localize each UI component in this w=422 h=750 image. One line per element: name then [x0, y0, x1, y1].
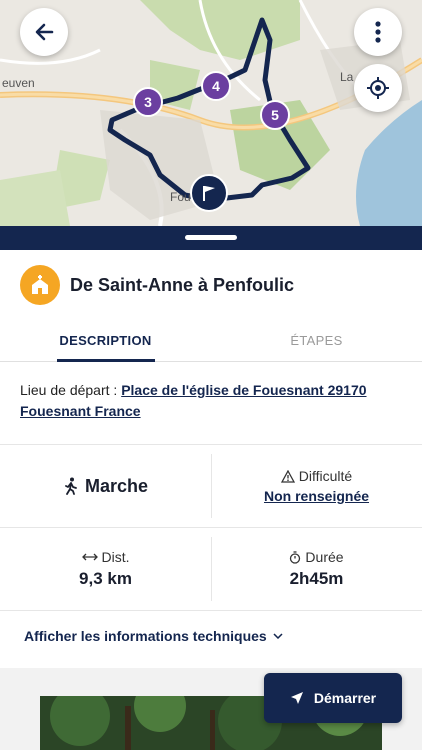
start-button[interactable]: Démarrer: [264, 673, 402, 723]
walking-icon: [65, 477, 77, 495]
step-marker[interactable]: 3: [133, 87, 163, 117]
start-button-label: Démarrer: [313, 690, 377, 706]
step-marker[interactable]: 4: [201, 71, 231, 101]
map-label: La: [340, 70, 354, 84]
duration-value: 2h45m: [289, 569, 344, 588]
sheet-header[interactable]: [0, 226, 422, 250]
tab-etapes[interactable]: ÉTAPES: [211, 320, 422, 361]
map-label: euven: [2, 76, 35, 90]
departure-label: Lieu de départ :: [20, 382, 122, 398]
difficulty-value-link[interactable]: Non renseignée: [264, 488, 369, 504]
tab-description[interactable]: DESCRIPTION: [0, 320, 211, 361]
more-vertical-icon: [375, 21, 381, 43]
duration-cell: Durée 2h45m: [211, 528, 422, 610]
chapel-icon: [20, 265, 60, 305]
technical-info-link[interactable]: Afficher les informations techniques: [24, 628, 283, 644]
locate-button[interactable]: [354, 64, 402, 112]
distance-arrows-icon: [81, 553, 98, 561]
arrow-left-icon: [35, 23, 54, 41]
technical-info-label: Afficher les informations techniques: [24, 628, 267, 644]
start-flag-marker[interactable]: [190, 174, 228, 212]
timer-icon: [290, 550, 301, 564]
divider: [0, 610, 422, 611]
flag-icon: [203, 186, 215, 201]
map-label: Fou: [170, 190, 191, 204]
map-view[interactable]: euven La Fou 3 4 5: [0, 0, 422, 226]
warning-icon: [280, 469, 295, 483]
distance-cell: Dist. 9,3 km: [0, 528, 211, 610]
departure-info: Lieu de départ : Place de l'église de Fo…: [20, 380, 402, 422]
difficulty-label: Difficulté: [298, 468, 353, 484]
tab-bar: DESCRIPTION ÉTAPES: [0, 320, 422, 362]
activity-mode-label: Marche: [84, 475, 149, 496]
step-marker-number: 3: [144, 94, 152, 110]
chevron-down-icon: [273, 633, 283, 639]
crosshair-icon: [367, 77, 389, 99]
distance-value: 9,3 km: [79, 569, 132, 588]
duration-label: Durée: [305, 549, 344, 565]
page-title: De Saint-Anne à Penfoulic: [70, 274, 295, 295]
drag-handle[interactable]: [185, 235, 237, 240]
poi-header: De Saint-Anne à Penfoulic: [0, 250, 422, 320]
activity-mode: Marche: [0, 445, 211, 527]
distance-label: Dist.: [101, 549, 130, 565]
step-marker-number: 5: [271, 107, 279, 123]
back-button[interactable]: [20, 8, 68, 56]
navigation-arrow-icon: [290, 692, 303, 704]
more-options-button[interactable]: [354, 8, 402, 56]
step-marker[interactable]: 5: [260, 100, 290, 130]
difficulty-cell: Difficulté Non renseignée: [211, 445, 422, 527]
step-marker-number: 4: [212, 78, 220, 94]
